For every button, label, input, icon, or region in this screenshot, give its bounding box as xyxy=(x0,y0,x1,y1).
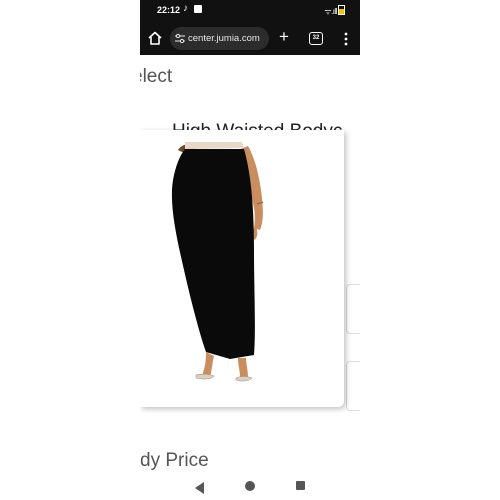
plus-icon[interactable]: + xyxy=(279,26,289,48)
page-content: elect High Waisted Bodyc dy Price xyxy=(140,55,360,477)
more-vert-icon[interactable] xyxy=(340,31,352,47)
battery-icon xyxy=(338,5,345,15)
product-image xyxy=(140,130,344,407)
tab-switcher-icon[interactable]: 32 xyxy=(309,32,323,45)
recents-icon[interactable] xyxy=(296,481,305,490)
home-icon[interactable] xyxy=(147,30,163,46)
option-card[interactable] xyxy=(346,284,360,334)
product-image-card[interactable] xyxy=(140,130,344,407)
url-text: center.jumia.com xyxy=(188,33,260,44)
status-bar: 22:12 ♪ ᯤ.ıll xyxy=(140,0,360,22)
tune-icon[interactable] xyxy=(175,33,185,44)
tiktok-icon: ♪ xyxy=(183,3,188,14)
browser-toolbar: center.jumia.com + 32 xyxy=(140,22,360,55)
phone-screen: 22:12 ♪ ᯤ.ıll center.jumia.com + 32 elec… xyxy=(140,0,360,500)
address-bar[interactable]: center.jumia.com xyxy=(170,27,269,50)
download-notification-icon xyxy=(194,5,202,13)
back-icon[interactable] xyxy=(195,482,205,494)
select-heading: elect xyxy=(140,66,173,87)
price-heading: dy Price xyxy=(140,450,209,471)
home-circle-icon[interactable] xyxy=(245,481,255,491)
option-card[interactable] xyxy=(346,361,360,411)
status-time: 22:12 xyxy=(157,5,181,15)
system-nav-bar xyxy=(140,477,360,500)
signal-icon: ᯤ.ıll xyxy=(324,4,345,17)
